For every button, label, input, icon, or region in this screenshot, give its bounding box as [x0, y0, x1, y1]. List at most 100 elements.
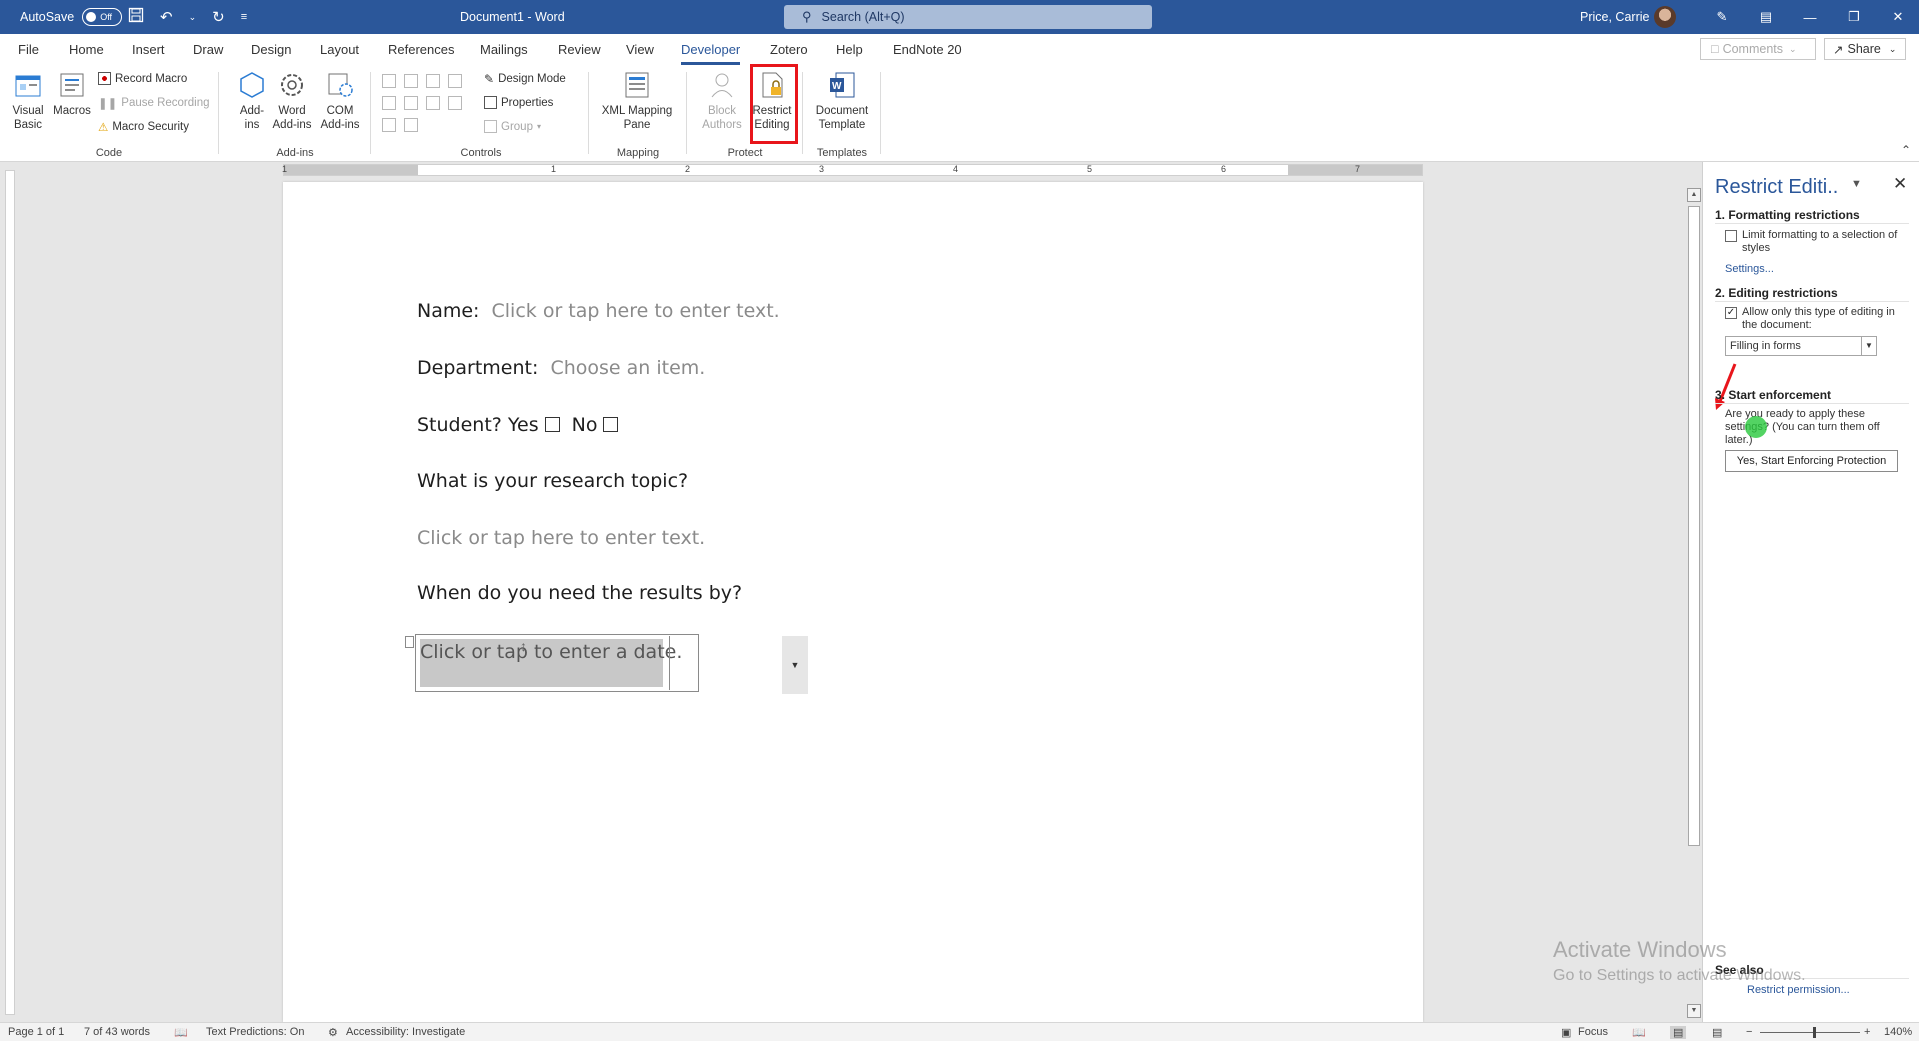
search-box[interactable]: ⚲ Search (Alt+Q) [784, 5, 1152, 29]
accessibility-status[interactable]: Accessibility: Investigate [346, 1026, 465, 1038]
restore-icon[interactable]: ❐ [1832, 9, 1876, 25]
limit-formatting-checkbox[interactable] [1725, 230, 1737, 242]
xml-mapping-icon [625, 72, 649, 98]
word-addins-button[interactable]: Word Add-ins [268, 70, 316, 132]
restrict-permission-link[interactable]: Restrict permission... [1747, 984, 1850, 996]
avatar[interactable] [1654, 6, 1676, 28]
editing-type-select[interactable]: Filling in forms ▼ [1725, 336, 1877, 356]
focus-icon[interactable]: ▣ [1561, 1026, 1571, 1039]
combo-box-control-icon[interactable] [404, 96, 418, 110]
minimize-icon[interactable]: — [1788, 10, 1832, 25]
tab-draw[interactable]: Draw [193, 42, 223, 57]
autosave-switch[interactable]: Off [82, 8, 123, 26]
student-yes-checkbox[interactable] [544, 417, 560, 432]
accessibility-icon[interactable]: ⚙ [328, 1026, 338, 1039]
allow-only-checkbox[interactable]: ✓ [1725, 307, 1737, 319]
scroll-thumb[interactable] [1688, 206, 1700, 846]
tab-home[interactable]: Home [69, 42, 104, 57]
scroll-down-icon[interactable]: ▼ [1687, 1004, 1701, 1018]
date-dropdown-button[interactable]: ▼ [782, 636, 808, 694]
tab-review[interactable]: Review [558, 42, 601, 57]
tab-insert[interactable]: Insert [132, 42, 165, 57]
ruler-number: 5 [1087, 164, 1093, 174]
zoom-level[interactable]: 140% [1884, 1026, 1912, 1038]
settings-link[interactable]: Settings... [1725, 263, 1774, 275]
checkbox-control-icon[interactable] [382, 96, 396, 110]
share-button[interactable]: ↗ Share ⌄ [1824, 38, 1906, 60]
xml-mapping-pane-button[interactable]: XML Mapping Pane [592, 70, 682, 132]
scroll-up-icon[interactable]: ▲ [1687, 188, 1701, 202]
block-authors-button[interactable]: Block Authors [698, 70, 746, 132]
start-enforcing-button[interactable]: Yes, Start Enforcing Protection [1725, 450, 1898, 472]
undo-icon[interactable]: ↶ [160, 8, 173, 26]
page-count[interactable]: Page 1 of 1 [8, 1026, 64, 1038]
properties-button[interactable]: Properties [484, 96, 553, 109]
text-predictions-status[interactable]: Text Predictions: On [206, 1026, 304, 1038]
design-mode-button[interactable]: ✎ Design Mode [484, 72, 566, 86]
focus-label[interactable]: Focus [1578, 1026, 1608, 1038]
proofing-icon[interactable]: 📖 [174, 1026, 188, 1039]
zoom-slider[interactable] [1760, 1032, 1860, 1033]
ribbon-display-icon[interactable]: ▤ [1744, 9, 1788, 25]
name-field[interactable]: Click or tap here to enter text. [492, 300, 780, 322]
pane-options-icon[interactable]: ▼ [1851, 178, 1862, 190]
com-addins-button[interactable]: COM Add-ins [316, 70, 364, 132]
picture-control-icon[interactable] [426, 74, 440, 88]
user-name[interactable]: Price, Carrie [1580, 0, 1649, 34]
tab-design[interactable]: Design [251, 42, 291, 57]
print-layout-icon[interactable]: ▤ [1670, 1026, 1687, 1039]
vertical-scrollbar[interactable]: ▲ ▼ [1686, 182, 1702, 1022]
read-mode-icon[interactable]: 📖 [1632, 1026, 1646, 1039]
comments-button[interactable]: □ Comments ⌄ [1700, 38, 1816, 60]
collapse-ribbon-icon[interactable]: ⌃ [1901, 143, 1911, 157]
customize-qat-icon[interactable]: ≡ [241, 11, 247, 23]
tab-developer[interactable]: Developer [681, 42, 741, 65]
redo-icon[interactable]: ↻ [212, 8, 225, 26]
date-picker-field[interactable]: Click or tap to enter a date. [415, 634, 699, 692]
tab-help[interactable]: Help [836, 42, 863, 57]
tab-view[interactable]: View [626, 42, 654, 57]
visual-basic-button[interactable]: Visual Basic [4, 70, 52, 132]
tab-mailings[interactable]: Mailings [480, 42, 528, 57]
student-no-checkbox[interactable] [603, 417, 619, 432]
protect-group-label: Protect [727, 147, 763, 159]
tab-file[interactable]: File [18, 42, 39, 57]
undo-dropdown-icon[interactable]: ⌄ [189, 12, 197, 23]
zoom-out-icon[interactable]: − [1746, 1026, 1752, 1038]
research-topic-field[interactable]: Click or tap here to enter text. [417, 527, 705, 549]
plain-text-control-icon[interactable] [404, 74, 418, 88]
date-picker-control-icon[interactable] [448, 96, 462, 110]
ribbon: Visual Basic Macros Record Macro ❚❚ Paus… [0, 64, 1919, 162]
legacy-tools-icon[interactable] [404, 118, 418, 132]
dropdown-control-icon[interactable] [426, 96, 440, 110]
group-button[interactable]: Group ▾ [484, 120, 541, 133]
zoom-slider-thumb[interactable] [1813, 1027, 1816, 1038]
student-line: Student? Yes No [417, 414, 619, 436]
save-icon[interactable] [128, 7, 144, 27]
addins-label-1: Add- [239, 105, 265, 117]
group-divider [588, 72, 589, 154]
close-icon[interactable]: ✕ [1876, 9, 1919, 25]
tab-layout[interactable]: Layout [320, 42, 359, 57]
pen-icon[interactable]: ✎ [1700, 9, 1744, 25]
document-template-button[interactable]: W Document Template [808, 70, 876, 132]
pause-recording-button[interactable]: ❚❚ Pause Recording [98, 96, 210, 110]
web-layout-icon[interactable]: ▤ [1712, 1026, 1722, 1039]
macro-security-button[interactable]: ⚠ Macro Security [98, 120, 189, 134]
document-page[interactable]: Name: Click or tap here to enter text. D… [283, 182, 1423, 1022]
rich-text-control-icon[interactable] [382, 74, 396, 88]
close-icon[interactable]: ✕ [1893, 174, 1907, 194]
zoom-in-icon[interactable]: + [1864, 1026, 1870, 1038]
record-macro-button[interactable]: Record Macro [98, 72, 187, 85]
building-block-control-icon[interactable] [448, 74, 462, 88]
macros-button[interactable]: Macros [48, 70, 96, 118]
word-count[interactable]: 7 of 43 words [84, 1026, 150, 1038]
name-line: Name: Click or tap here to enter text. [417, 300, 780, 322]
autosave-toggle[interactable]: AutoSave Off [20, 0, 123, 34]
tab-endnote[interactable]: EndNote 20 [893, 42, 962, 57]
tab-references[interactable]: References [388, 42, 454, 57]
date-control-handle[interactable] [405, 636, 414, 648]
tab-zotero[interactable]: Zotero [770, 42, 808, 57]
department-dropdown[interactable]: Choose an item. [550, 357, 705, 379]
repeating-section-control-icon[interactable] [382, 118, 396, 132]
